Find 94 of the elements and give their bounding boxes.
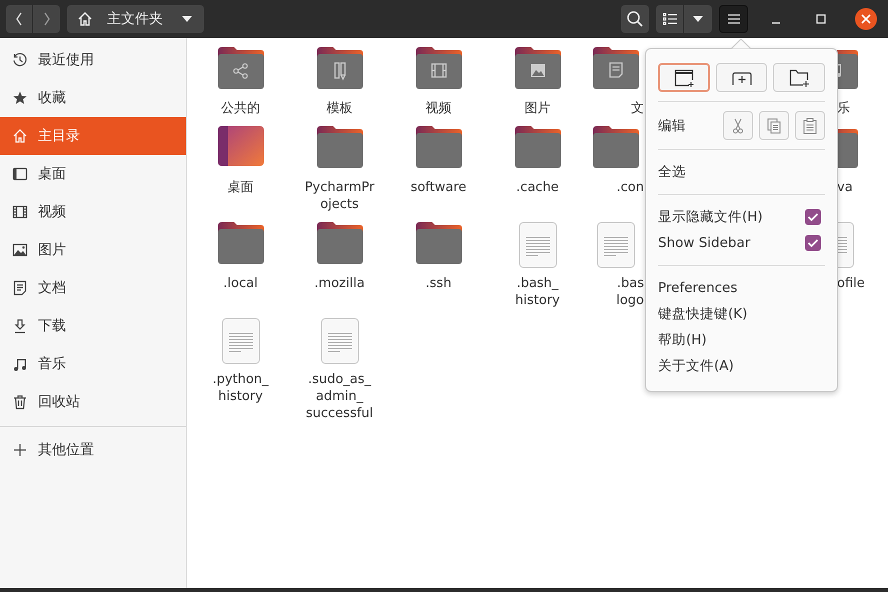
checkbox[interactable] (805, 209, 821, 225)
new-window-button[interactable] (658, 63, 710, 92)
menu-button[interactable] (719, 5, 748, 33)
menu-item[interactable]: Preferences (658, 275, 738, 301)
sidebar-item[interactable]: 文档 (0, 269, 186, 307)
close-icon (861, 14, 871, 24)
home-icon (12, 128, 28, 144)
folder-icon[interactable] (218, 47, 264, 89)
documents-icon (12, 280, 28, 296)
plus-icon (12, 442, 28, 458)
folder-icon[interactable] (592, 126, 638, 168)
file-name: 公共的 (221, 100, 260, 117)
file-name: .bash_ history (515, 275, 560, 309)
menu-item[interactable]: 关于文件(A) (658, 353, 734, 379)
list-icon (662, 13, 676, 25)
location-button[interactable]: 主文件夹 (67, 5, 204, 33)
close-button[interactable] (855, 8, 877, 30)
folder-icon[interactable] (316, 222, 362, 264)
other-locations-item[interactable]: 其他位置 (0, 431, 186, 469)
sidebar-item[interactable]: 视频 (0, 193, 186, 231)
scissors-icon (732, 118, 744, 134)
file-name: va (837, 179, 853, 196)
file-name: .mozilla (314, 275, 365, 292)
file-name: .python_ history (212, 371, 269, 405)
desktop-folder-icon[interactable] (218, 126, 264, 168)
select-all-item[interactable]: 全选 (658, 159, 686, 185)
folder-icon[interactable] (416, 222, 462, 264)
edit-label: 编辑 (658, 116, 686, 134)
checkmark-icon (807, 212, 819, 222)
caret-icon (182, 16, 192, 22)
forward-icon (42, 11, 52, 27)
new-tab-button[interactable] (716, 63, 768, 92)
folder-icon[interactable] (514, 47, 560, 89)
folder-icon[interactable] (316, 47, 362, 89)
menu-item[interactable]: 帮助(H) (658, 327, 707, 353)
maximize-icon (816, 14, 826, 24)
checkbox[interactable] (805, 235, 821, 251)
checkmark-icon (807, 238, 819, 248)
sidebar-item[interactable]: 主目录 (0, 117, 186, 155)
new-folder-button[interactable] (773, 63, 825, 92)
clipboard-icon (803, 118, 817, 134)
file-name: .sudo_as_ admin_ successful (306, 371, 374, 422)
desktop-icon (12, 166, 28, 182)
folder-icon[interactable] (218, 222, 264, 264)
back-icon (14, 11, 24, 27)
file-name: .con (616, 179, 644, 196)
menu-item[interactable]: 键盘快捷键(K) (658, 301, 748, 327)
sidebar-item[interactable]: 最近使用 (0, 41, 186, 79)
list-view-button[interactable] (656, 5, 684, 33)
toggle-label: Show Sidebar (658, 235, 750, 251)
recent-icon (12, 52, 28, 68)
sidebar-item[interactable]: 下载 (0, 307, 186, 345)
file-name: 视频 (426, 100, 452, 117)
new-tab-icon (732, 70, 752, 86)
sidebar-item[interactable]: 桌面 (0, 155, 186, 193)
video-icon (12, 204, 28, 220)
starred-icon (12, 90, 28, 106)
copy-icon (767, 118, 781, 134)
file-name: PycharmPr ojects (304, 179, 374, 213)
sidebar-item[interactable]: 音乐 (0, 345, 186, 383)
view-options-button[interactable] (684, 5, 712, 33)
folder-icon[interactable] (316, 126, 362, 168)
file-name: .local (223, 275, 258, 292)
music-icon (12, 356, 28, 372)
home-icon (77, 11, 93, 27)
pictures-icon (12, 242, 28, 258)
downloads-icon (12, 318, 28, 334)
trash-icon (12, 394, 28, 410)
file-name: 文 (631, 100, 644, 117)
sidebar-item[interactable]: 收藏 (0, 79, 186, 117)
sidebar-item[interactable]: 回收站 (0, 383, 186, 421)
new-folder-icon (789, 68, 810, 86)
file-name: software (410, 179, 466, 196)
folder-icon[interactable] (592, 47, 638, 89)
search-button[interactable] (621, 5, 649, 33)
new-window-icon (674, 68, 694, 86)
minimize-icon (771, 22, 781, 24)
file-name: .cache (516, 179, 559, 196)
file-name: 模板 (326, 100, 352, 117)
folder-icon[interactable] (514, 126, 560, 168)
search-icon (626, 10, 644, 28)
file-name: 乐 (837, 100, 850, 117)
folder-icon[interactable] (416, 126, 462, 168)
caret-icon (693, 16, 703, 22)
file-name: .bas logo (616, 275, 644, 309)
folder-icon[interactable] (416, 47, 462, 89)
file-name: 图片 (524, 100, 550, 117)
file-name: .ssh (426, 275, 452, 292)
back-button[interactable] (6, 5, 33, 33)
sidebar-item[interactable]: 图片 (0, 231, 186, 269)
file-name: 桌面 (228, 179, 254, 196)
toggle-label: 显示隐藏文件(H) (658, 208, 763, 226)
file-name: ofile (837, 275, 865, 292)
menu-icon (728, 14, 740, 24)
